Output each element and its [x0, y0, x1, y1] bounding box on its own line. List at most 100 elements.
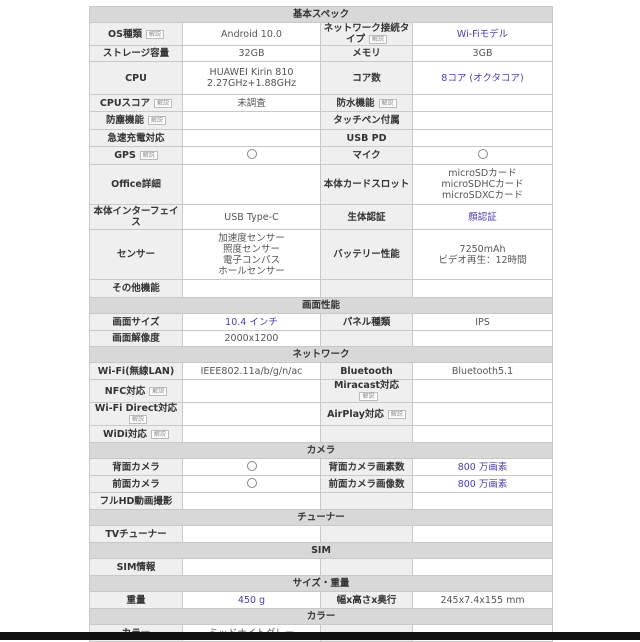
section-header-row: チューナー [88, 509, 554, 526]
spec-label-text: 背面カメラ [112, 461, 160, 473]
spec-row: CPU HUAWEI Kirin 810 2.27GHz+1.88GHz コア数 8コ… [89, 61, 554, 95]
explanation-badge[interactable]: 解説 [387, 409, 406, 419]
spec-value-text[interactable]: 8コア (オクタコア) [441, 73, 523, 84]
spec-label: TVチューナー [89, 525, 183, 543]
spec-value: 32GB [182, 45, 321, 62]
spec-value[interactable]: 8コア (オクタコア) [411, 61, 554, 95]
section-header-row: 基本スペック [88, 6, 554, 23]
spec-value [411, 330, 554, 347]
spec-label: SIM情報 [89, 558, 183, 576]
section-title: ネットワーク [88, 346, 554, 363]
spec-label: 防水機能 解説 [320, 94, 413, 112]
spec-label-text: ネットワーク接続タイプ [323, 23, 410, 45]
spec-label-text: AirPlay対応 [327, 408, 384, 420]
spec-label [320, 425, 413, 443]
spec-value-text[interactable]: 顔認証 [468, 212, 497, 223]
spec-label-text: TVチューナー [105, 528, 167, 540]
spec-value: HUAWEI Kirin 810 2.27GHz+1.88GHz [182, 61, 321, 95]
spec-value [182, 129, 321, 147]
spec-label-text: 重量 [126, 594, 146, 606]
explanation-badge[interactable]: 解説 [128, 415, 147, 424]
spec-label-text: Bluetooth [340, 365, 393, 377]
explanation-badge[interactable]: 解説 [150, 429, 169, 439]
spec-row: 画面解像度 2000x1200 [89, 330, 554, 347]
spec-value-text[interactable]: 10.4 インチ [225, 317, 278, 328]
spec-value-text[interactable]: 800 万画素 [458, 462, 508, 473]
spec-label-text: 生体認証 [347, 211, 386, 223]
spec-label-text: 本体インターフェイス [93, 206, 179, 228]
spec-value [182, 379, 321, 403]
spec-label: パネル種類 [320, 313, 413, 331]
spec-row: WiDi対応 解説 [89, 425, 554, 443]
spec-label-text: Wi-Fi(無線LAN) [97, 365, 175, 377]
explanation-badge[interactable]: 解説 [139, 151, 158, 160]
spec-label-text: CPU [125, 72, 147, 84]
spec-label-text: USB PD [346, 132, 387, 144]
circle-mark-icon [246, 149, 257, 159]
explanation-badge[interactable]: 解説 [359, 392, 378, 401]
spec-value[interactable]: 800 万画素 [411, 475, 554, 493]
spec-label: 本体カードスロット [320, 164, 413, 205]
spec-label-text: コア数 [352, 72, 381, 84]
spec-row: その他機能 [89, 279, 554, 298]
spec-value: microSDカード microSDHCカード microSDXCカード [411, 164, 554, 205]
circle-mark-icon [246, 477, 257, 488]
spec-label-text: 幅x高さx奥行 [336, 594, 397, 606]
explanation-badge[interactable]: 解説 [149, 386, 168, 396]
spec-value-text[interactable]: Wi-Fiモデル [457, 29, 508, 40]
spec-value [411, 492, 554, 510]
explanation-badge[interactable]: 解説 [148, 116, 167, 125]
spec-value[interactable]: 450 g [182, 591, 321, 609]
spec-label: CPUスコア 解説 [89, 94, 183, 112]
spec-label-text: 急速充電対応 [107, 132, 165, 144]
bottom-bar [0, 632, 640, 640]
spec-value-text[interactable]: 450 g [238, 595, 265, 606]
spec-row: SIM情報 [89, 558, 554, 576]
spec-value[interactable]: 10.4 インチ [182, 313, 321, 331]
spec-value [411, 129, 554, 147]
spec-label-text: 本体カードスロット [323, 179, 410, 190]
explanation-badge[interactable]: 解説 [154, 98, 173, 108]
spec-value [411, 279, 554, 298]
spec-label: OS種類 解説 [89, 22, 183, 46]
spec-value-text: 7250mAh ビデオ再生：12時間 [438, 243, 527, 266]
spec-label: 本体インターフェイス [89, 204, 183, 230]
spec-value-text: USB Type-C [224, 211, 279, 223]
spec-value: Android 10.0 [182, 22, 321, 46]
spec-value-text: IPS [475, 316, 490, 328]
spec-row: Office詳細 本体カードスロット microSDカード microSDHCカード… [89, 164, 554, 205]
spec-label: 前面カメラ画像数 [320, 475, 413, 493]
section-header-row: ネットワーク [88, 346, 554, 363]
spec-value[interactable]: 顔認証 [411, 204, 554, 230]
spec-label: 画面解像度 [89, 330, 183, 347]
spec-label: 画面サイズ [89, 313, 183, 331]
spec-value[interactable]: 800 万画素 [411, 458, 554, 476]
section-header-row: カメラ [88, 442, 554, 459]
spec-label-text: 前面カメラ [112, 478, 160, 490]
section-header-row: カラー [88, 608, 554, 625]
spec-value [182, 475, 321, 493]
explanation-badge[interactable]: 解説 [369, 35, 388, 44]
spec-value[interactable]: Wi-Fiモデル [411, 22, 554, 46]
spec-value [182, 558, 321, 576]
spec-value-text: IEEE802.11a/b/g/n/ac [200, 365, 303, 377]
section-title: 画面性能 [88, 297, 554, 314]
spec-value-text: 32GB [238, 48, 265, 59]
section-title: 基本スペック [88, 6, 554, 23]
spec-label: 防塵機能 解説 [89, 111, 183, 130]
explanation-badge[interactable]: 解説 [378, 98, 397, 108]
spec-value: 加速度センサー 照度センサー 電子コンパス ホールセンサー [182, 229, 321, 280]
explanation-badge[interactable]: 解説 [145, 29, 164, 39]
spec-value [411, 402, 554, 426]
spec-label: Wi-Fi Direct対応解説 [89, 402, 183, 426]
spec-value-text[interactable]: 800 万画素 [458, 479, 508, 490]
spec-row: OS種類 解説 Android 10.0 ネットワーク接続タイプ 解説 Wi-Fiモデル [89, 22, 554, 46]
spec-label-text: 前面カメラ画像数 [328, 478, 405, 490]
spec-value [182, 111, 321, 130]
spec-row: センサー 加速度センサー 照度センサー 電子コンパス ホールセンサー バッテリー性能… [89, 229, 554, 280]
spec-label [320, 492, 413, 510]
section-header-row: サイズ・重量 [88, 575, 554, 592]
spec-label: 前面カメラ [89, 475, 183, 493]
spec-label: ネットワーク接続タイプ 解説 [320, 22, 413, 46]
spec-label-text: Miracast対応 [333, 380, 400, 391]
